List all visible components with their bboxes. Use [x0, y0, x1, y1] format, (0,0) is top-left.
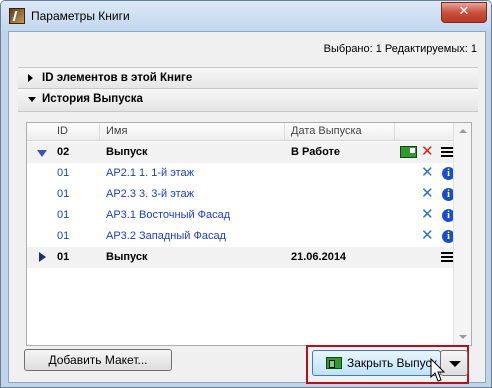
delete-red-x-icon[interactable]: ✕	[421, 144, 437, 160]
section-issue-history[interactable]: История Выпуска	[18, 88, 478, 112]
issue-date: 21.06.2014	[291, 251, 347, 263]
issue-row[interactable]: 01 Выпуск 21.06.2014	[27, 247, 454, 268]
layout-name: АР3.1 Восточный Фасад	[106, 209, 231, 221]
remove-blue-x-icon[interactable]: ✕	[421, 207, 437, 223]
add-layout-button[interactable]: Добавить Макет...	[24, 349, 172, 371]
title-bar[interactable]: Параметры Книги ✕	[1, 1, 491, 31]
layout-id: 01	[57, 209, 70, 221]
expand-triangle-icon[interactable]	[39, 252, 46, 262]
window-title: Параметры Книги	[31, 9, 130, 23]
issue-name: Выпуск	[106, 251, 148, 263]
layout-row[interactable]: 01 АР3.2 Западный Фасад ✕ i	[27, 226, 455, 247]
book-settings-dialog: Параметры Книги ✕ Выбрано: 1 Редактируем…	[0, 0, 492, 388]
layout-row[interactable]: 01 АР2.3 3. 3-й этаж ✕ i	[27, 184, 455, 205]
close-issue-button[interactable]: Закрыть Выпуск	[312, 350, 441, 376]
close-window-button[interactable]: ✕	[441, 2, 487, 23]
remove-blue-x-icon[interactable]: ✕	[421, 228, 437, 244]
column-header-id[interactable]: ID	[57, 125, 68, 137]
issue-history-list: ID Имя Дата Выпуска 02 Выпуск В Работе ✕…	[26, 122, 472, 346]
section-label: ID элементов в этой Книге	[42, 72, 193, 84]
issue-id: 01	[57, 251, 70, 263]
layout-green-icon[interactable]	[400, 146, 417, 158]
list-scrollbar[interactable]	[453, 123, 471, 345]
issue-id: 02	[57, 146, 70, 158]
dropdown-arrow-icon	[449, 361, 461, 367]
selection-status: Выбрано: 1 Редактируемых: 1	[323, 43, 477, 55]
column-header-name[interactable]: Имя	[106, 125, 127, 137]
layout-row[interactable]: 01 АР3.1 Восточный Фасад ✕ i	[27, 205, 455, 226]
collapse-arrow-icon[interactable]	[28, 97, 36, 102]
issue-name: Выпуск	[106, 146, 148, 158]
issue-row[interactable]: 02 Выпуск В Работе ✕	[27, 142, 454, 163]
dialog-body: Выбрано: 1 Редактируемых: 1 ID элементов…	[8, 31, 486, 383]
layout-id: 01	[57, 230, 70, 242]
close-issue-icon	[326, 357, 342, 369]
list-header: ID Имя Дата Выпуска	[27, 123, 453, 141]
layout-row[interactable]: 01 АР2.1 1. 1-й этаж ✕ i	[27, 163, 455, 184]
scroll-down-arrow-icon[interactable]	[459, 335, 467, 339]
remove-blue-x-icon[interactable]: ✕	[421, 186, 437, 202]
collapse-triangle-icon[interactable]	[37, 150, 47, 157]
layout-id: 01	[57, 167, 70, 179]
layout-id: 01	[57, 188, 70, 200]
mouse-cursor-icon	[430, 358, 446, 382]
app-icon	[9, 8, 25, 24]
section-label: История Выпуска	[42, 93, 143, 105]
remove-blue-x-icon[interactable]: ✕	[421, 165, 437, 181]
column-header-date[interactable]: Дата Выпуска	[291, 125, 362, 137]
layout-name: АР2.1 1. 1-й этаж	[106, 167, 194, 179]
close-issue-label: Закрыть Выпуск	[347, 356, 437, 370]
layout-name: АР2.3 3. 3-й этаж	[106, 188, 194, 200]
layout-name: АР3.2 Западный Фасад	[106, 230, 226, 242]
scroll-up-arrow-icon[interactable]	[459, 129, 467, 133]
issue-date: В Работе	[291, 146, 341, 158]
expand-arrow-icon[interactable]	[28, 74, 33, 82]
